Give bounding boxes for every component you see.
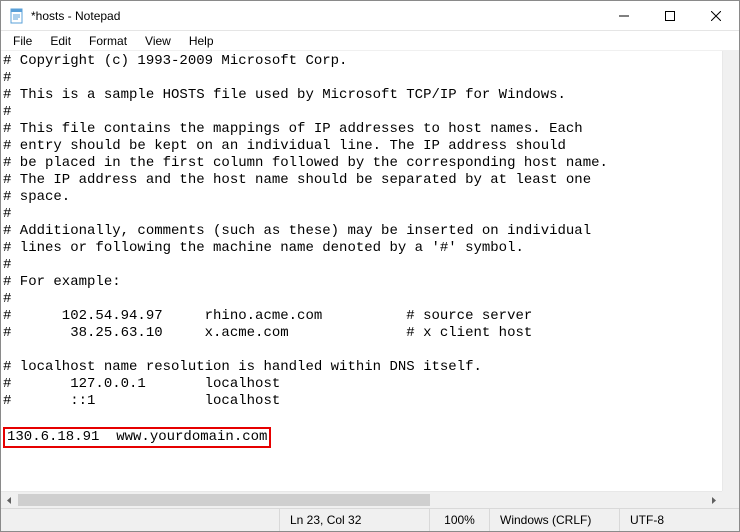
menu-format[interactable]: Format xyxy=(81,32,135,50)
window-title: *hosts - Notepad xyxy=(31,9,120,23)
text-editor[interactable]: # Copyright (c) 1993-2009 Microsoft Corp… xyxy=(1,51,722,491)
close-button[interactable] xyxy=(693,1,739,31)
text-line: # entry should be kept on an individual … xyxy=(3,138,720,155)
text-line: # xyxy=(3,104,720,121)
text-line: # For example: xyxy=(3,274,720,291)
status-spacer xyxy=(1,509,279,531)
text-line: # ::1 localhost xyxy=(3,393,720,410)
text-line: 130.6.18.91 www.yourdomain.com xyxy=(3,427,720,448)
notepad-icon xyxy=(9,8,25,24)
status-bar: Ln 23, Col 32 100% Windows (CRLF) UTF-8 xyxy=(1,508,739,531)
text-line: # 127.0.0.1 localhost xyxy=(3,376,720,393)
menu-file[interactable]: File xyxy=(5,32,40,50)
status-caret-position: Ln 23, Col 32 xyxy=(279,509,429,531)
text-line xyxy=(3,410,720,427)
menu-view[interactable]: View xyxy=(137,32,179,50)
editor-area: # Copyright (c) 1993-2009 Microsoft Corp… xyxy=(1,51,739,508)
text-line: # 38.25.63.10 x.acme.com # x client host xyxy=(3,325,720,342)
minimize-button[interactable] xyxy=(601,1,647,31)
text-line: # This is a sample HOSTS file used by Mi… xyxy=(3,87,720,104)
hscroll-track[interactable] xyxy=(18,492,705,508)
scrollbar-corner xyxy=(722,491,739,508)
text-line: # This file contains the mappings of IP … xyxy=(3,121,720,138)
status-encoding: UTF-8 xyxy=(619,509,739,531)
text-line: # xyxy=(3,257,720,274)
text-line: # space. xyxy=(3,189,720,206)
hscroll-thumb[interactable] xyxy=(18,494,430,506)
menu-bar: File Edit Format View Help xyxy=(1,31,739,51)
title-bar: *hosts - Notepad xyxy=(1,1,739,31)
text-line: # 102.54.94.97 rhino.acme.com # source s… xyxy=(3,308,720,325)
scroll-right-button[interactable] xyxy=(705,492,722,509)
text-line: # xyxy=(3,70,720,87)
status-line-ending: Windows (CRLF) xyxy=(489,509,619,531)
text-line: # xyxy=(3,206,720,223)
text-line: # be placed in the first column followed… xyxy=(3,155,720,172)
menu-edit[interactable]: Edit xyxy=(42,32,79,50)
maximize-button[interactable] xyxy=(647,1,693,31)
scroll-left-button[interactable] xyxy=(1,492,18,509)
text-line: # localhost name resolution is handled w… xyxy=(3,359,720,376)
menu-help[interactable]: Help xyxy=(181,32,222,50)
highlighted-entry: 130.6.18.91 www.yourdomain.com xyxy=(3,427,271,448)
status-zoom[interactable]: 100% xyxy=(429,509,489,531)
horizontal-scrollbar[interactable] xyxy=(1,491,722,508)
text-line: # The IP address and the host name shoul… xyxy=(3,172,720,189)
text-line: # Copyright (c) 1993-2009 Microsoft Corp… xyxy=(3,53,720,70)
text-line: # lines or following the machine name de… xyxy=(3,240,720,257)
text-line: # Additionally, comments (such as these)… xyxy=(3,223,720,240)
vertical-scrollbar[interactable] xyxy=(722,51,739,491)
text-line: # xyxy=(3,291,720,308)
text-line xyxy=(3,342,720,359)
